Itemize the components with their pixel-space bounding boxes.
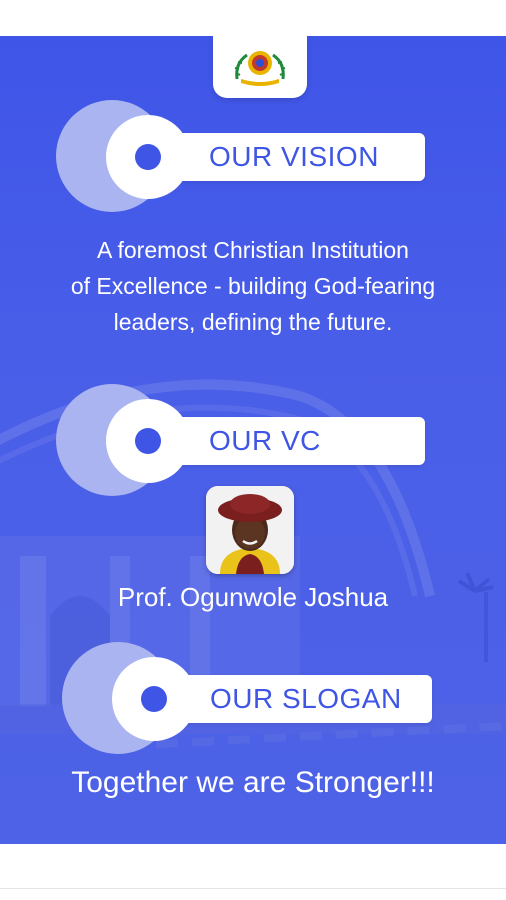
- vc-heading: OUR VC: [0, 380, 506, 500]
- slogan-heading-label: OUR SLOGAN: [210, 683, 402, 714]
- vc-heading-label: OUR VC: [209, 425, 321, 456]
- vision-heading-label: OUR VISION: [209, 141, 379, 172]
- vision-heading: OUR VISION: [0, 96, 506, 216]
- slogan-heading: OUR SLOGAN: [0, 640, 506, 760]
- vision-text: A foremost Christian Institution of Exce…: [70, 237, 436, 335]
- university-crest-icon: [234, 51, 286, 86]
- top-margin: [0, 0, 506, 36]
- logo-tab: [213, 36, 307, 98]
- divider: [0, 888, 506, 889]
- vc-avatar: [206, 486, 294, 574]
- circle-dot-icon: [135, 428, 161, 454]
- vc-name: Prof. Ogunwole Joshua: [117, 582, 389, 612]
- bottom-margin: [0, 844, 506, 900]
- circle-dot-icon: [141, 686, 167, 712]
- info-card: OUR VISION A foremost Christian Institut…: [0, 36, 506, 844]
- slogan-text: Together we are Stronger!!!: [71, 766, 435, 799]
- circle-dot-icon: [135, 144, 161, 170]
